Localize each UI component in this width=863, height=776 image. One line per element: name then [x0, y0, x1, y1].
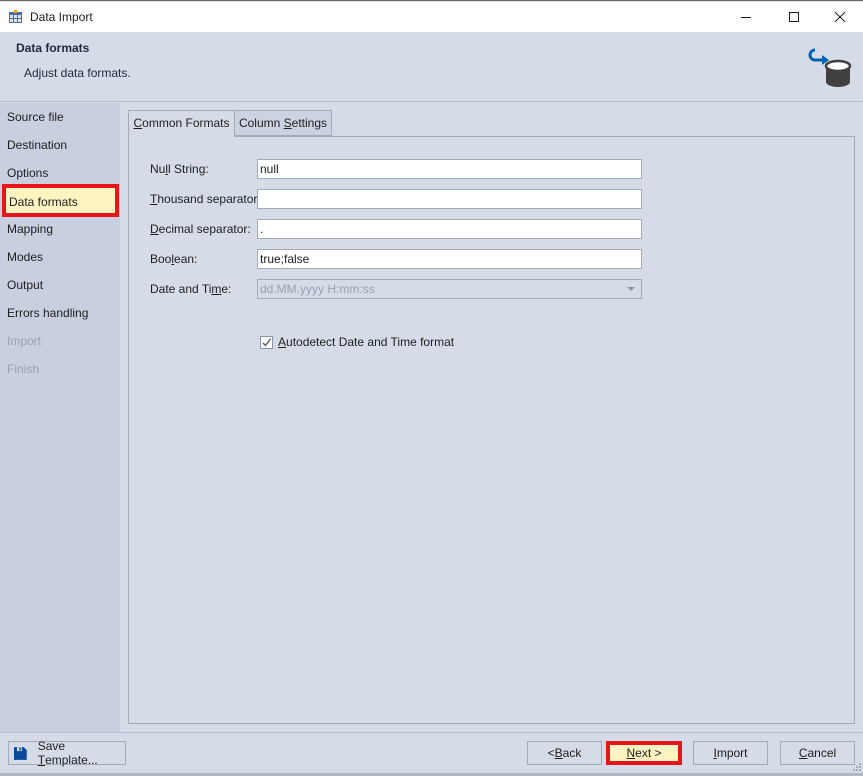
decimal-separator-label: Decimal separator:: [150, 222, 251, 236]
sidebar-item-output[interactable]: Output: [0, 271, 120, 299]
chevron-down-icon: [627, 287, 635, 291]
date-time-value: dd.MM.yyyy H:mm:ss: [260, 282, 375, 296]
null-string-label: Null String:: [150, 162, 209, 176]
content-area: Common Formats Column Settings Null Stri…: [128, 110, 855, 724]
tab-label-mnemonic: C: [133, 116, 143, 130]
sidebar-item-options[interactable]: Options: [0, 159, 120, 187]
date-time-label: Date and Time:: [150, 282, 232, 296]
common-formats-panel: Null String: null Thousand separator: De…: [128, 136, 855, 724]
title-bar: Data Import: [0, 2, 863, 32]
tab-common-formats[interactable]: Common Formats: [128, 110, 235, 137]
wizard-steps-sidebar: Source file Destination Options Data for…: [0, 103, 120, 732]
thousand-separator-input[interactable]: [257, 189, 642, 209]
tab-column-settings[interactable]: Column Settings: [234, 110, 332, 136]
boolean-input[interactable]: true;false: [257, 249, 642, 269]
page-subtitle: Adjust data formats.: [24, 66, 131, 80]
minimize-icon: [741, 17, 751, 18]
save-template-label: Save Template...: [37, 739, 98, 767]
calendar-table-icon: [9, 10, 22, 23]
tab-label: ettings: [291, 116, 328, 130]
close-icon: [834, 11, 846, 23]
page-title: Data formats: [16, 41, 90, 55]
checkbox-checked-icon[interactable]: [260, 335, 273, 349]
sidebar-item-errors-handling[interactable]: Errors handling: [0, 299, 120, 327]
tab-label: Column: [238, 116, 284, 130]
window-title: Data Import: [30, 10, 93, 24]
date-time-dropdown: dd.MM.yyyy H:mm:ss: [257, 279, 642, 299]
minimize-button[interactable]: [723, 2, 769, 32]
resize-grip-icon[interactable]: [853, 763, 861, 771]
tab-label: ommon Formats: [142, 116, 230, 130]
database-import-icon: [808, 48, 852, 87]
sidebar-item-destination[interactable]: Destination: [0, 131, 120, 159]
autodetect-date-time-checkbox[interactable]: Autodetect Date and Time format: [260, 335, 454, 349]
sidebar-item-finish: Finish: [7, 362, 40, 376]
floppy-disk-icon: [14, 746, 27, 760]
tab-label-mnemonic: S: [283, 116, 292, 130]
null-string-input[interactable]: null: [257, 159, 642, 179]
cancel-button[interactable]: Cancel: [780, 741, 855, 765]
close-button[interactable]: [817, 2, 863, 32]
autodetect-label: Autodetect Date and Time format: [278, 335, 455, 349]
save-template-button[interactable]: Save Template...: [8, 739, 126, 767]
back-button[interactable]: < Back: [527, 741, 602, 765]
sidebar-item-source-file[interactable]: Source file: [0, 103, 120, 131]
data-import-window: Data Import Data formats Adjust data for…: [0, 0, 863, 776]
sidebar-item-import: Import: [7, 334, 42, 348]
sidebar-item-modes[interactable]: Modes: [0, 243, 120, 271]
wizard-header: Data formats Adjust data formats.: [0, 32, 863, 102]
sidebar-item-data-formats[interactable]: Data formats: [2, 184, 119, 217]
decimal-separator-input[interactable]: .: [257, 219, 642, 239]
next-button[interactable]: Next >: [606, 741, 682, 765]
thousand-separator-label: Thousand separator:: [150, 192, 261, 206]
import-button[interactable]: Import: [693, 741, 768, 765]
maximize-button[interactable]: [771, 2, 817, 32]
sidebar-item-mapping[interactable]: Mapping: [0, 215, 120, 243]
maximize-icon: [789, 12, 799, 22]
wizard-footer: Save Template... < Back Next > Import Ca…: [0, 732, 863, 776]
boolean-label: Boolean:: [150, 252, 198, 266]
